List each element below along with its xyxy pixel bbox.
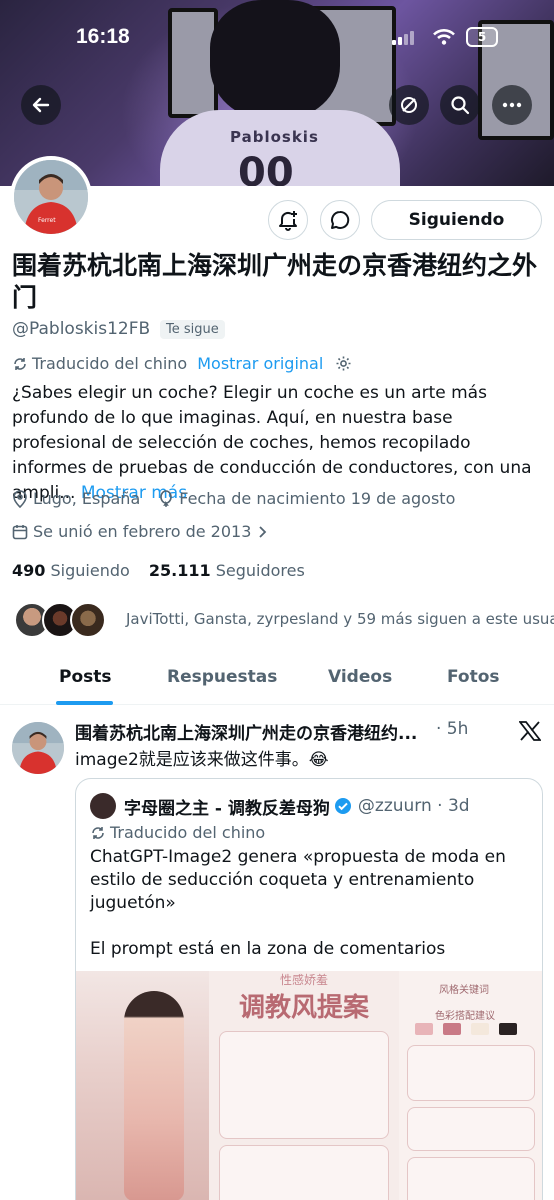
wifi-icon bbox=[433, 29, 455, 49]
banner-shirt-number: 00 bbox=[238, 150, 294, 186]
color-swatch bbox=[443, 1023, 461, 1035]
tab-posts[interactable]: Posts bbox=[59, 667, 112, 687]
quoted-tweet-card[interactable]: 字母圈之主 - 调教反差母狗 @zzuurn · 3d Traducido de… bbox=[75, 778, 543, 1200]
birthday-text: Fecha de nacimiento 19 de agosto bbox=[179, 489, 456, 508]
followers-count: 25.111 bbox=[148, 561, 211, 580]
quote-image-items-grid bbox=[219, 1031, 389, 1139]
verified-badge-icon bbox=[334, 798, 351, 814]
known-follower-avatar bbox=[70, 602, 106, 638]
profile-bio: ¿Sabes elegir un coche? Elegir un coche … bbox=[12, 381, 542, 506]
following-count: 490 bbox=[12, 561, 46, 580]
profile-tabs: Posts Respuestas Videos Fotos bbox=[0, 657, 554, 705]
show-original-link[interactable]: Mostrar original bbox=[197, 354, 323, 373]
quote-image-figure bbox=[124, 991, 184, 1200]
quote-image-style-heading: 风格关键词 bbox=[439, 985, 489, 996]
balloon-icon bbox=[160, 489, 173, 507]
translate-icon bbox=[92, 826, 104, 839]
tweet-time[interactable]: · 5h bbox=[436, 719, 468, 739]
color-swatch bbox=[471, 1023, 489, 1035]
color-swatch bbox=[499, 1023, 517, 1035]
chat-bubble-icon bbox=[331, 210, 350, 229]
quote-image-tips-box bbox=[407, 1157, 535, 1200]
color-swatch bbox=[415, 1023, 433, 1035]
location-text: Lugo, España bbox=[33, 489, 141, 508]
quote-image-style-panel: 风格关键词 色彩搭配建议 bbox=[399, 971, 542, 1200]
tab-photos[interactable]: Fotos bbox=[447, 667, 500, 687]
followers-label: Seguidores bbox=[215, 561, 305, 580]
x-logo-icon bbox=[519, 721, 541, 741]
calendar-icon bbox=[12, 524, 28, 539]
banner-shirt-text: Pabloskis bbox=[230, 128, 319, 146]
location-birthday-row: Lugo, España Fecha de nacimiento 19 de a… bbox=[12, 489, 455, 508]
more-dots-icon bbox=[502, 102, 522, 108]
translated-label: Traducido del chino bbox=[32, 354, 188, 373]
bell-plus-icon bbox=[279, 211, 297, 231]
profile-display-name: 围着苏杭北南上海深圳广州走の京香港纽约之外门 bbox=[12, 251, 538, 312]
signal-icon bbox=[392, 30, 414, 49]
quote-author-avatar bbox=[90, 793, 116, 819]
quote-text-line: El prompt está en la zona de comentarios bbox=[90, 939, 446, 959]
tab-replies[interactable]: Respuestas bbox=[167, 667, 277, 687]
joined-text: Se unió en febrero de 2013 bbox=[33, 522, 252, 541]
notifications-button[interactable] bbox=[268, 200, 308, 240]
quote-author-name: 字母圈之主 - 调教反差母狗 bbox=[124, 798, 330, 819]
battery-icon: 5 bbox=[466, 27, 498, 47]
quote-image-title: 调教风提案 bbox=[238, 993, 369, 1023]
following-label: Siguiendo bbox=[50, 561, 130, 580]
chevron-right-icon bbox=[259, 525, 267, 538]
quote-image-photo-panel bbox=[76, 971, 209, 1200]
profile-avatar[interactable]: Ferret bbox=[10, 156, 92, 238]
tweet-name-ellipsis: ... bbox=[398, 724, 418, 744]
tweet-author-name[interactable]: 围着苏杭北南上海深圳广州走の京香港纽约 bbox=[75, 724, 398, 744]
known-followers-row[interactable]: JaviTotti, Gansta, zyrpesland y 59 más s… bbox=[12, 600, 554, 640]
search-icon bbox=[451, 96, 470, 115]
more-options-button[interactable] bbox=[492, 85, 532, 125]
avatar-photo: Ferret bbox=[14, 160, 88, 234]
translate-icon bbox=[14, 357, 26, 370]
avatar-photo bbox=[12, 722, 64, 774]
arrow-left-icon bbox=[32, 97, 50, 113]
quote-translation-row: Traducido del chino bbox=[90, 823, 265, 842]
status-time: 16:18 bbox=[76, 25, 130, 48]
grok-button[interactable] bbox=[389, 85, 429, 125]
follow-stats: 490 Siguiendo 25.111 Seguidores bbox=[12, 561, 305, 580]
quote-translated-label: Traducido del chino bbox=[110, 823, 266, 842]
search-button[interactable] bbox=[440, 85, 480, 125]
tweet-text: image2就是应该来做这件事。😂 bbox=[75, 750, 329, 770]
known-followers-text: JaviTotti, Gansta, zyrpesland y 59 más s… bbox=[126, 610, 554, 628]
quote-text: ChatGPT-Image2 genera «propuesta de moda… bbox=[90, 846, 530, 961]
back-button[interactable] bbox=[21, 85, 61, 125]
joined-row[interactable]: Se unió en febrero de 2013 bbox=[12, 522, 269, 541]
quote-text-line: ChatGPT-Image2 genera «propuesta de moda… bbox=[90, 847, 506, 913]
status-bar: 16:18 5 bbox=[0, 22, 554, 52]
location-pin-icon bbox=[13, 489, 27, 508]
quote-image-proposal-panel: 性感娇羞 调教风提案 bbox=[209, 971, 399, 1200]
tab-videos[interactable]: Videos bbox=[328, 667, 392, 687]
message-button[interactable] bbox=[320, 200, 360, 240]
quote-image[interactable]: 性感娇羞 调教风提案 风格关键词 色彩搭配建议 bbox=[76, 971, 542, 1200]
tweet-author-avatar[interactable] bbox=[12, 722, 64, 774]
quote-header: 字母圈之主 - 调教反差母狗 @zzuurn · 3d bbox=[90, 793, 470, 819]
following-button[interactable]: Siguiendo bbox=[371, 200, 542, 240]
active-tab-indicator bbox=[56, 701, 113, 705]
quote-image-subtitle: 性感娇羞 bbox=[279, 973, 328, 987]
svg-text:Ferret: Ferret bbox=[38, 217, 56, 224]
gear-icon[interactable] bbox=[335, 355, 352, 372]
followers-stat[interactable]: 25.111 Seguidores bbox=[149, 561, 305, 580]
quote-image-details-grid bbox=[219, 1145, 389, 1200]
quote-handle-time: @zzuurn · 3d bbox=[357, 796, 470, 816]
quote-image-colors-heading: 色彩搭配建议 bbox=[435, 1011, 495, 1022]
following-stat[interactable]: 490 Siguiendo bbox=[12, 561, 130, 580]
quote-image-material-box bbox=[407, 1045, 535, 1101]
grok-icon bbox=[401, 97, 417, 113]
follows-you-badge: Te sigue bbox=[160, 320, 225, 339]
quote-image-scenes-box bbox=[407, 1107, 535, 1151]
bio-translation-row: Traducido del chino Mostrar original bbox=[12, 354, 352, 373]
tweet-header: 围着苏杭北南上海深圳广州走の京香港纽约... bbox=[75, 719, 470, 744]
profile-handle: @Pabloskis12FB bbox=[12, 319, 151, 339]
banner-person-head bbox=[210, 0, 340, 120]
